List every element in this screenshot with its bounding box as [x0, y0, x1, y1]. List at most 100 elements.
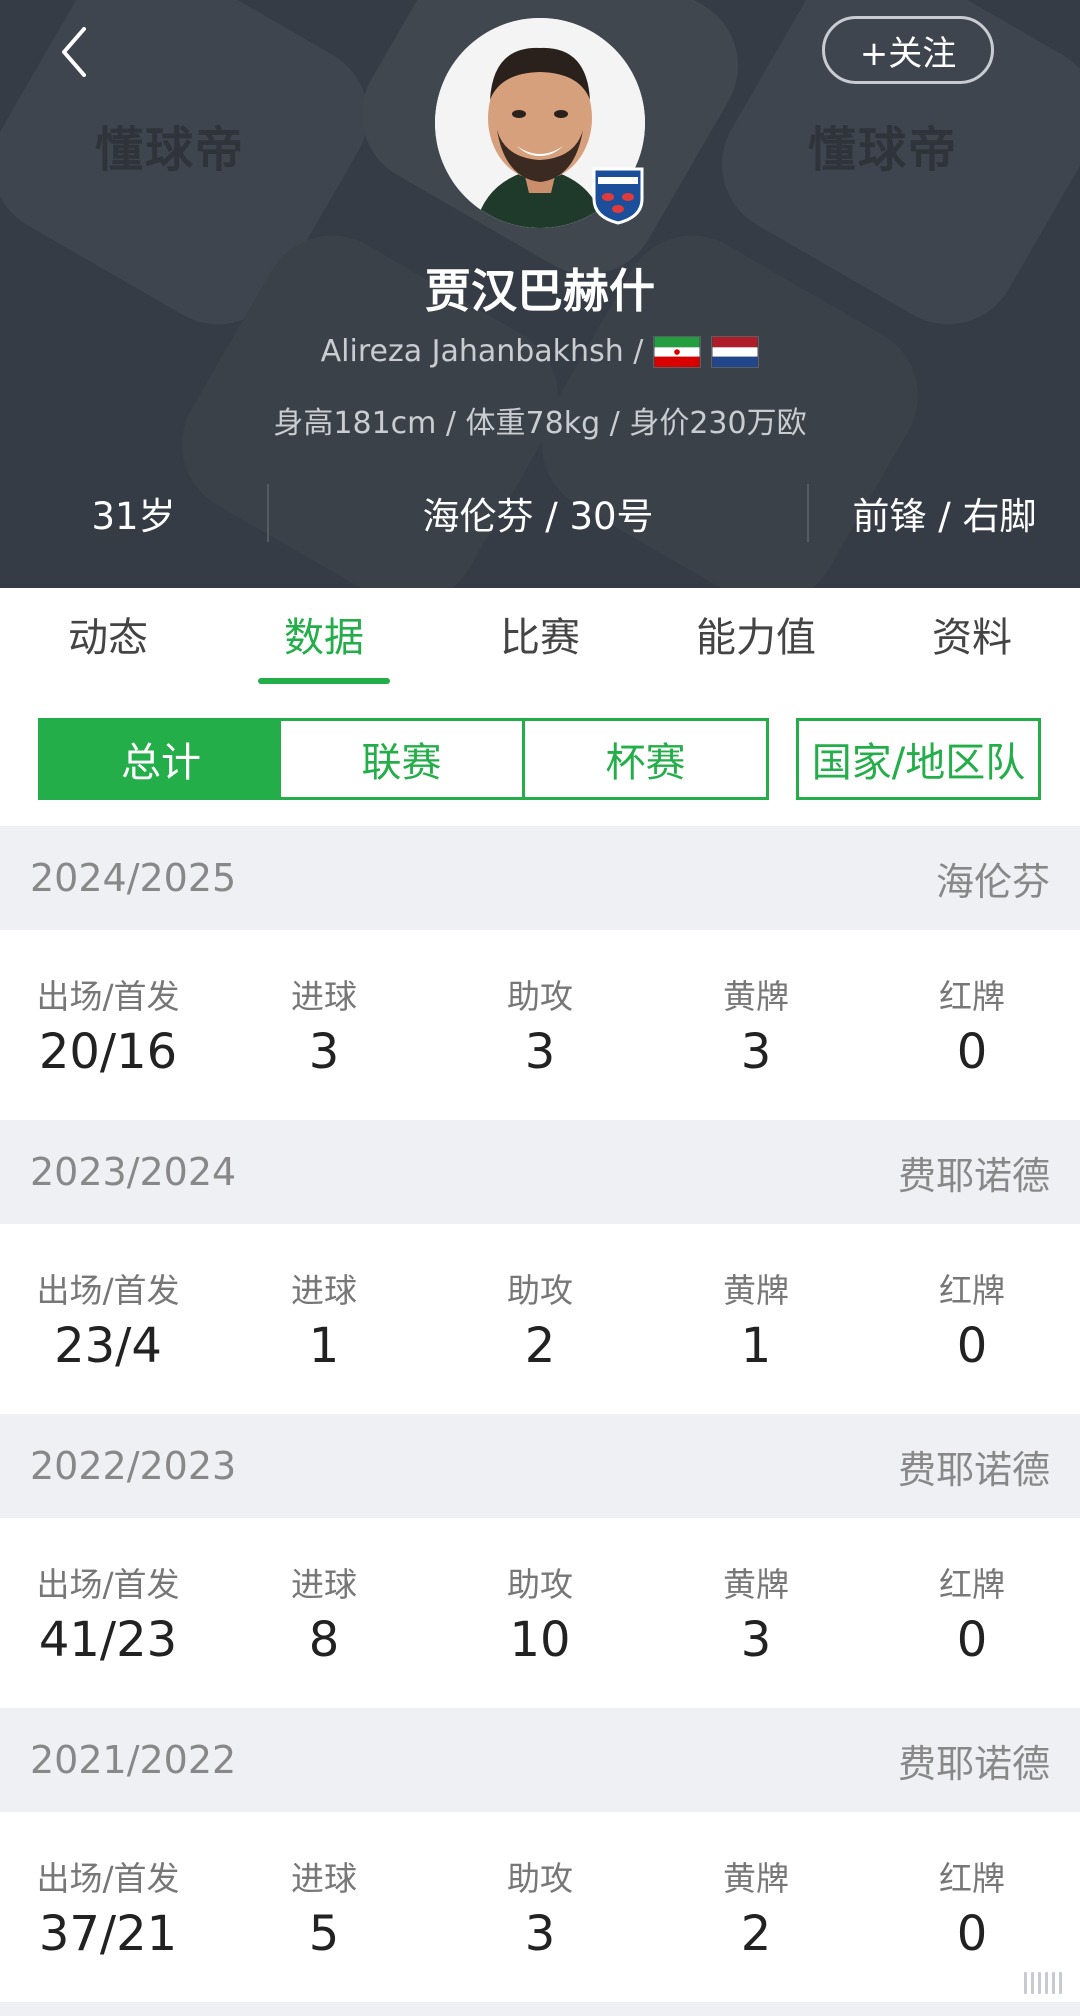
season-header: 2023/2024 费耶诺德: [0, 1120, 1080, 1224]
stat-value: 3: [524, 1906, 556, 1962]
stat-label: 助攻: [507, 1565, 573, 1604]
club-badge-icon: [592, 167, 644, 225]
tab-data[interactable]: 数据: [216, 588, 432, 688]
season-club: 费耶诺德: [897, 1447, 1050, 1492]
stat-label: 红牌: [939, 1565, 1005, 1604]
stat-value: 23/4: [54, 1318, 162, 1374]
stat-assists: 助攻 3: [432, 930, 648, 1120]
stat-value: 3: [740, 1024, 772, 1080]
stat-label: 出场/首发: [36, 1859, 180, 1898]
season-header: 2024/2025 海伦芬: [0, 826, 1080, 930]
netherlands-flag-icon: [711, 335, 760, 368]
stat-label: 助攻: [507, 1859, 573, 1898]
tab-label: 动态: [68, 615, 148, 661]
stat-appearances: 出场/首发 37/21: [0, 1812, 216, 2002]
chevron-left-icon: [62, 27, 86, 77]
tab-dynamics[interactable]: 动态: [0, 588, 216, 688]
stat-label: 红牌: [939, 977, 1005, 1016]
stat-value: 3: [740, 1612, 772, 1668]
stat-assists: 助攻 2: [432, 1224, 648, 1414]
stat-red-cards: 红牌 0: [864, 1518, 1080, 1708]
player-info-row: 31岁 海伦芬 / 30号 前锋 / 右脚: [0, 478, 1080, 548]
stat-value: 0: [956, 1612, 988, 1668]
stat-appearances: 出场/首发 41/23: [0, 1518, 216, 1708]
stat-value: 5: [308, 1906, 340, 1962]
age-label: 31岁: [91, 495, 176, 538]
stats-filter-bar: 总计 联赛 杯赛 国家/地区队: [0, 688, 1080, 828]
tab-label: 数据: [284, 615, 364, 661]
season-stats-row: 出场/首发 23/4 进球 1 助攻 2 黄牌 1 红牌 0: [0, 1224, 1080, 1414]
back-button[interactable]: [50, 22, 100, 82]
stat-label: 出场/首发: [36, 1565, 180, 1604]
stat-yellow-cards: 黄牌 3: [648, 930, 864, 1120]
tab-label: 资料: [932, 615, 1012, 661]
physical-info: 身高181cm / 体重78kg / 身价230万欧: [273, 406, 807, 441]
season-club: 费耶诺德: [897, 1741, 1050, 1786]
follow-button[interactable]: +关注: [822, 16, 994, 84]
stat-goals: 进球 8: [216, 1518, 432, 1708]
stat-value: 1: [740, 1318, 772, 1374]
player-name: 贾汉巴赫什: [425, 264, 655, 318]
stat-label: 黄牌: [723, 1271, 789, 1310]
stat-label: 黄牌: [723, 977, 789, 1016]
stat-yellow-cards: 黄牌 1: [648, 1224, 864, 1414]
stat-label: 进球: [291, 977, 357, 1016]
stat-value: 8: [308, 1612, 340, 1668]
stat-value: 2: [740, 1906, 772, 1962]
bottom-strip: [0, 2002, 1080, 2016]
stat-assists: 助攻 10: [432, 1518, 648, 1708]
tab-matches[interactable]: 比赛: [432, 588, 648, 688]
season-year: 2022/2023: [30, 1444, 237, 1488]
filter-national-team-button[interactable]: 国家/地区队: [796, 718, 1041, 800]
position-foot-label: 前锋 / 右脚: [852, 495, 1037, 538]
stat-label: 出场/首发: [36, 1271, 180, 1310]
tab-ability[interactable]: 能力值: [648, 588, 864, 688]
latin-name-row: Alireza Jahanbakhsh /: [0, 334, 1080, 369]
filter-cup-button[interactable]: 杯赛: [522, 718, 769, 800]
stat-label: 红牌: [939, 1271, 1005, 1310]
stat-value: 3: [308, 1024, 340, 1080]
filter-total-button[interactable]: 总计: [38, 718, 284, 800]
season-stats-row: 出场/首发 20/16 进球 3 助攻 3 黄牌 3 红牌 0: [0, 930, 1080, 1120]
stat-goals: 进球 5: [216, 1812, 432, 2002]
stat-appearances: 出场/首发 20/16: [0, 930, 216, 1120]
stat-value: 3: [524, 1024, 556, 1080]
stat-label: 进球: [291, 1271, 357, 1310]
stat-label: 助攻: [507, 977, 573, 1016]
watermark-bars-icon: [1024, 1972, 1062, 1994]
stat-assists: 助攻 3: [432, 1812, 648, 2002]
watermark-left: 懂球帝: [95, 122, 246, 178]
season-club: 海伦芬: [935, 859, 1050, 904]
stat-value: 10: [509, 1612, 571, 1668]
stat-label: 进球: [291, 1859, 357, 1898]
stat-label: 黄牌: [723, 1859, 789, 1898]
stat-label: 进球: [291, 1565, 357, 1604]
stat-value: 1: [308, 1318, 340, 1374]
season-year: 2024/2025: [30, 856, 237, 900]
stat-label: 红牌: [939, 1859, 1005, 1898]
season-header: 2022/2023 费耶诺德: [0, 1414, 1080, 1518]
stat-value: 20/16: [38, 1024, 178, 1080]
stat-label: 出场/首发: [36, 977, 180, 1016]
stat-appearances: 出场/首发 23/4: [0, 1224, 216, 1414]
active-tab-indicator: [258, 678, 390, 684]
stat-red-cards: 红牌 0: [864, 1224, 1080, 1414]
stat-goals: 进球 1: [216, 1224, 432, 1414]
stat-value: 0: [956, 1906, 988, 1962]
stat-value: 37/21: [38, 1906, 178, 1962]
stat-red-cards: 红牌 0: [864, 930, 1080, 1120]
stat-value: 0: [956, 1024, 988, 1080]
filter-league-button[interactable]: 联赛: [281, 718, 525, 800]
tab-label: 比赛: [500, 615, 580, 661]
tab-profile[interactable]: 资料: [864, 588, 1080, 688]
stat-value: 2: [524, 1318, 556, 1374]
stat-value: 41/23: [38, 1612, 178, 1668]
stat-label: 黄牌: [723, 1565, 789, 1604]
stat-yellow-cards: 黄牌 2: [648, 1812, 864, 2002]
stat-label: 助攻: [507, 1271, 573, 1310]
player-latin-name: Alireza Jahanbakhsh /: [320, 334, 644, 369]
player-header: 懂球帝 懂球帝 +关注 贾汉巴赫什 Alireza Jahanbakhsh /: [0, 0, 1080, 588]
season-stats-row: 出场/首发 37/21 进球 5 助攻 3 黄牌 2 红牌 0: [0, 1812, 1080, 2002]
iran-flag-icon: [653, 335, 702, 368]
season-header: 2021/2022 费耶诺德: [0, 1708, 1080, 1812]
